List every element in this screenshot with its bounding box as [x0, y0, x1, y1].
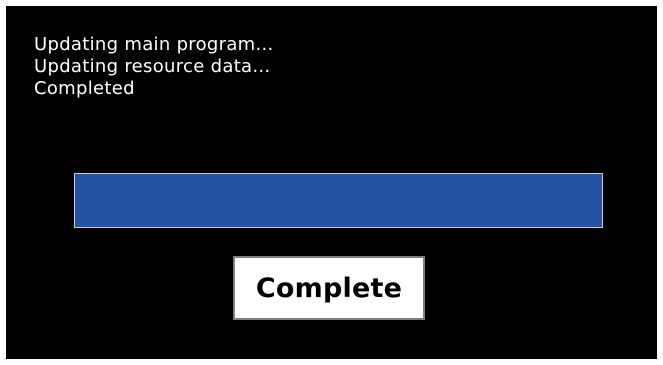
update-progress-fill	[75, 174, 602, 227]
update-screen: Updating main program... Updating resour…	[6, 6, 657, 359]
complete-status-label: Complete	[255, 272, 403, 304]
log-line-main-program: Updating main program...	[34, 34, 274, 55]
log-line-completed: Completed	[34, 78, 135, 99]
log-line-resource-data: Updating resource data...	[34, 56, 271, 77]
update-progress-bar	[74, 173, 603, 228]
complete-status-box: Complete	[233, 256, 425, 320]
update-log: Updating main program... Updating resour…	[34, 34, 274, 100]
